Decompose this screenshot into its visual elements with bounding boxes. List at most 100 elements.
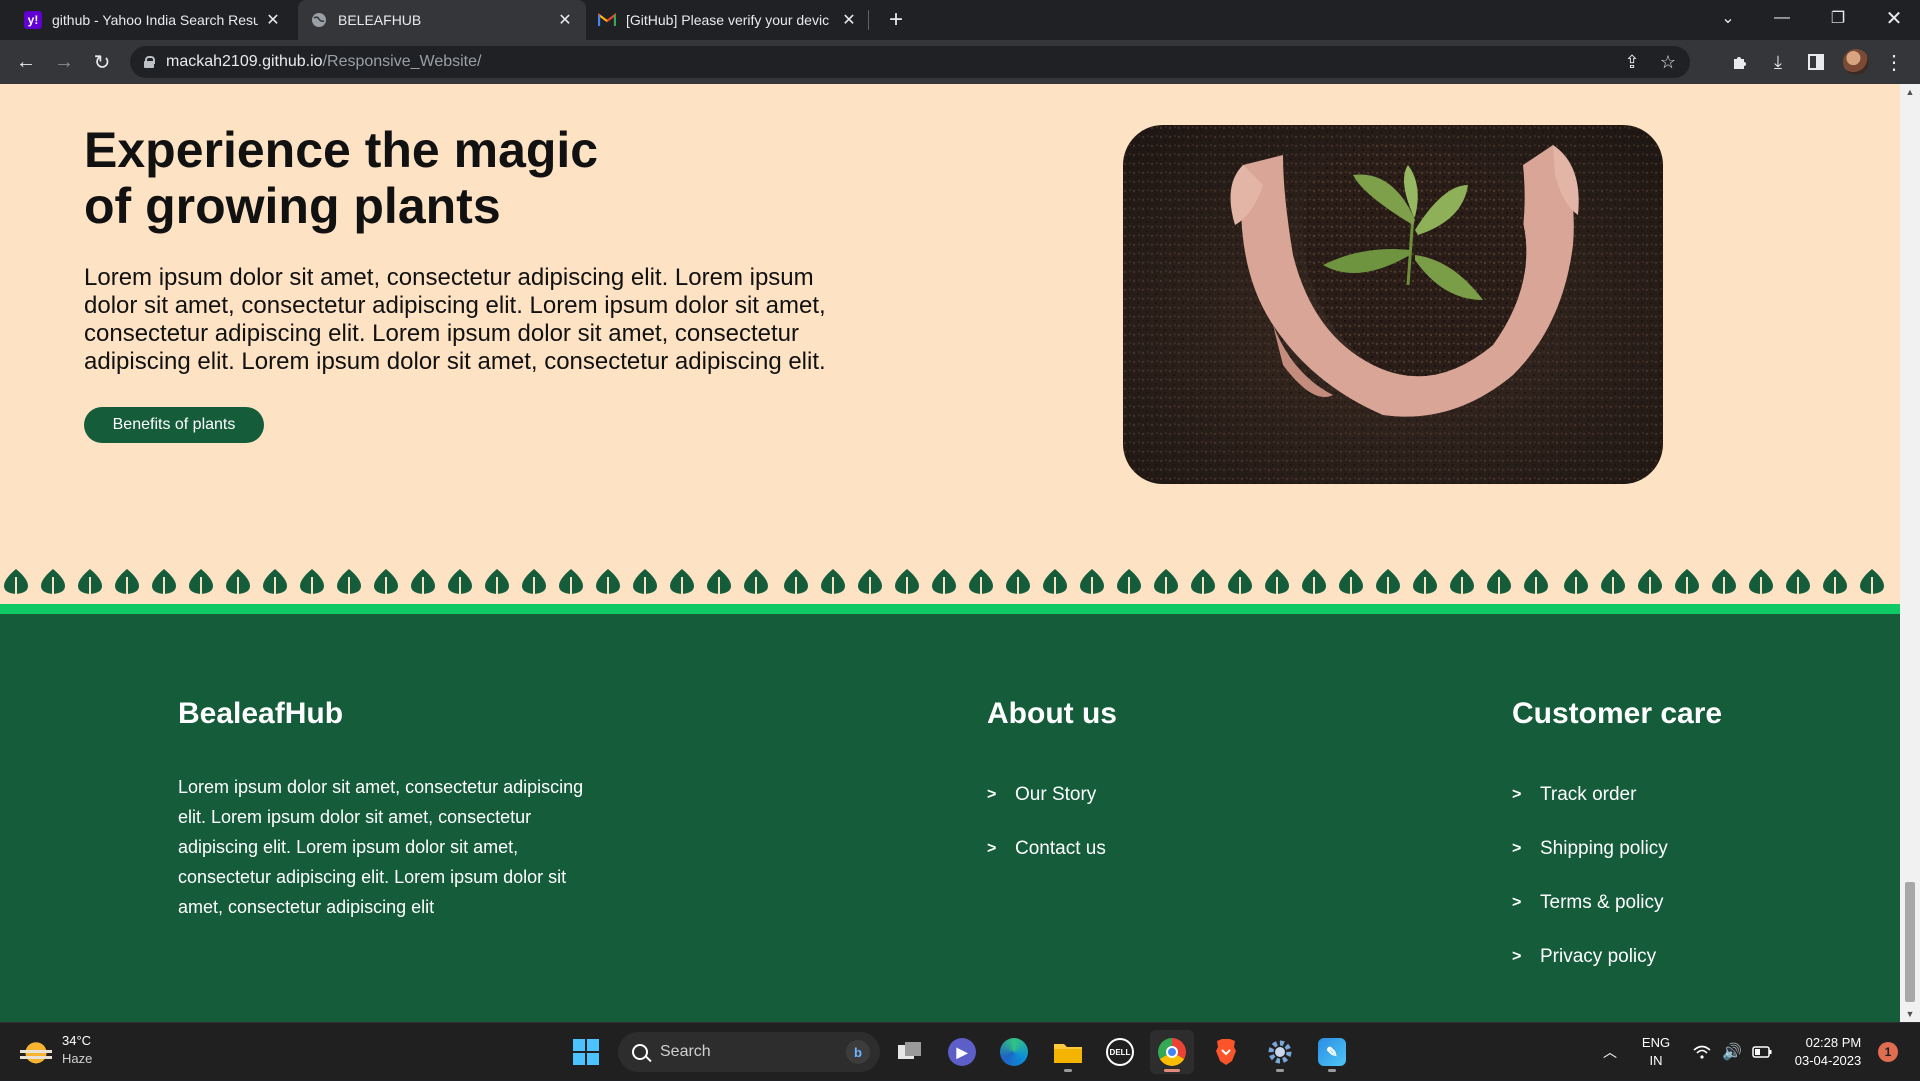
teams-chat-button[interactable]: ▶	[940, 1030, 984, 1074]
settings-button[interactable]	[1258, 1030, 1302, 1074]
minimize-button[interactable]: —	[1760, 0, 1804, 36]
scroll-up-arrow-icon[interactable]: ▲	[1900, 84, 1920, 100]
task-view-button[interactable]	[888, 1030, 932, 1074]
download-icon[interactable]: ⤓	[1762, 46, 1794, 78]
footer-accent-line	[0, 604, 1900, 614]
brave-browser-button[interactable]	[1204, 1030, 1248, 1074]
weather-condition: Haze	[62, 1051, 93, 1066]
tab-gmail-github[interactable]: [GitHub] Please verify your devic ✕	[586, 0, 870, 40]
footer-link-our-story[interactable]: > Our Story	[987, 768, 1117, 822]
running-indicator	[1064, 1069, 1072, 1072]
weather-temperature: 34°C	[62, 1033, 92, 1048]
extensions-icon[interactable]	[1724, 46, 1756, 78]
dell-app-button[interactable]: DELL	[1098, 1030, 1142, 1074]
taskbar-search-box[interactable]: Search b	[618, 1032, 880, 1072]
yahoo-icon: y!	[24, 11, 42, 29]
footer-link-contact-us[interactable]: > Contact us	[987, 822, 1117, 876]
close-window-button[interactable]: ✕	[1872, 0, 1916, 36]
chevron-right-icon: >	[1512, 894, 1522, 911]
footer-link-label: Contact us	[1015, 838, 1106, 859]
tab-yahoo-search[interactable]: y! github - Yahoo India Search Resu ✕	[12, 0, 294, 40]
edge-icon	[1000, 1038, 1028, 1066]
new-tab-button[interactable]: +	[882, 6, 910, 34]
bing-icon[interactable]: b	[846, 1040, 870, 1064]
close-tab-icon[interactable]: ✕	[840, 10, 858, 30]
folder-icon	[1054, 1044, 1082, 1063]
hero-title-line2: of growing plants	[84, 178, 501, 234]
task-view-icon	[898, 1042, 921, 1059]
weather-widget[interactable]: 34°C Haze	[20, 1032, 92, 1068]
notification-center[interactable]: 1	[1876, 1023, 1900, 1081]
bookmark-star-icon[interactable]: ☆	[1654, 46, 1682, 78]
tab-divider	[868, 10, 869, 30]
scroll-down-arrow-icon[interactable]: ▼	[1900, 1006, 1920, 1022]
footer-link-track-order[interactable]: > Track order	[1512, 768, 1722, 822]
footer-brand-description: Lorem ipsum dolor sit amet, consectetur …	[178, 777, 584, 917]
footer-care-title: Customer care	[1512, 697, 1723, 730]
footer-link-privacy-policy[interactable]: > Privacy policy	[1512, 930, 1722, 984]
snip-tool-button[interactable]: ✎	[1310, 1030, 1354, 1074]
gmail-icon	[598, 11, 616, 29]
running-indicator	[1328, 1069, 1336, 1072]
leaf-border-decoration	[3, 568, 1885, 599]
chevron-right-icon: >	[1512, 948, 1522, 965]
footer-link-label: Our Story	[1015, 784, 1097, 805]
footer-link-shipping-policy[interactable]: > Shipping policy	[1512, 822, 1722, 876]
tab-title: [GitHub] Please verify your devic	[626, 12, 830, 28]
language-indicator[interactable]: ENG IN	[1632, 1023, 1680, 1081]
chevron-right-icon: >	[987, 786, 997, 803]
file-explorer-button[interactable]	[1046, 1030, 1090, 1074]
url-path: /Responsive_Website/	[322, 53, 482, 70]
close-tab-icon[interactable]: ✕	[264, 10, 282, 30]
benefits-of-plants-button[interactable]: Benefits of plants	[84, 407, 264, 443]
back-button[interactable]: ←	[10, 46, 42, 78]
footer-link-label: Terms & policy	[1540, 892, 1664, 913]
search-icon	[632, 1044, 648, 1060]
page-scrollbar[interactable]: ▲ ▼	[1900, 84, 1920, 1022]
edge-browser-button[interactable]	[992, 1030, 1036, 1074]
windows-taskbar: 34°C Haze Search b ▶ DELL ✎ ︿ ENG IN 🔊 0…	[0, 1022, 1920, 1080]
forward-button[interactable]: →	[48, 46, 80, 78]
footer-care-links: > Track order > Shipping policy > Terms & p…	[1512, 768, 1722, 984]
region-code: IN	[1649, 1053, 1663, 1068]
language-code: ENG	[1641, 1035, 1671, 1050]
volume-icon[interactable]: 🔊	[1718, 1023, 1746, 1081]
running-indicator	[1276, 1069, 1284, 1072]
hero-title-line1: Experience the magic	[84, 122, 599, 178]
clock-time: 02:28 PM	[1805, 1035, 1862, 1050]
dell-icon: DELL	[1106, 1038, 1134, 1066]
site-footer: BealeafHub Lorem ipsum dolor sit amet, c…	[0, 614, 1900, 1022]
notification-badge: 1	[1878, 1042, 1898, 1062]
clock[interactable]: 02:28 PM 03-04-2023	[1786, 1023, 1870, 1081]
windows-logo-icon	[573, 1039, 599, 1065]
chevron-right-icon: >	[1512, 786, 1522, 803]
reload-button[interactable]: ↻	[86, 46, 118, 78]
footer-brand-column: BealeafHub Lorem ipsum dolor sit amet, c…	[178, 614, 598, 922]
share-icon[interactable]: ⇪	[1618, 46, 1646, 78]
restore-button[interactable]: ❐	[1816, 0, 1860, 36]
tab-beleafhub[interactable]: BELEAFHUB ✕	[298, 0, 586, 40]
tab-search-icon[interactable]: ⌄	[1706, 0, 1750, 36]
brave-lion-icon	[1216, 1039, 1236, 1065]
scrollbar-thumb[interactable]	[1905, 882, 1915, 1002]
footer-link-label: Shipping policy	[1540, 838, 1668, 859]
wifi-icon[interactable]	[1688, 1023, 1716, 1081]
plant-in-hands-image	[1123, 125, 1663, 484]
footer-brand-title: BealeafHub	[178, 697, 344, 730]
url-host: mackah2109.github.io	[166, 53, 323, 70]
chrome-icon	[1158, 1038, 1186, 1066]
address-bar[interactable]: mackah2109.github.io/Responsive_Website/…	[130, 46, 1690, 78]
lock-icon[interactable]	[144, 56, 155, 68]
chrome-button[interactable]	[1150, 1030, 1194, 1074]
side-panel-icon[interactable]	[1800, 46, 1832, 78]
footer-link-terms-policy[interactable]: > Terms & policy	[1512, 876, 1722, 930]
tab-title: BELEAFHUB	[338, 12, 422, 28]
profile-avatar[interactable]	[1840, 46, 1872, 78]
close-tab-icon[interactable]: ✕	[556, 10, 574, 30]
menu-kebab-icon[interactable]: ⋮	[1878, 46, 1910, 78]
chevron-right-icon: >	[1512, 840, 1522, 857]
start-button[interactable]	[564, 1030, 608, 1074]
footer-link-label: Track order	[1540, 784, 1637, 805]
battery-icon[interactable]	[1748, 1023, 1776, 1081]
show-hidden-icons-button[interactable]: ︿	[1596, 1023, 1624, 1081]
